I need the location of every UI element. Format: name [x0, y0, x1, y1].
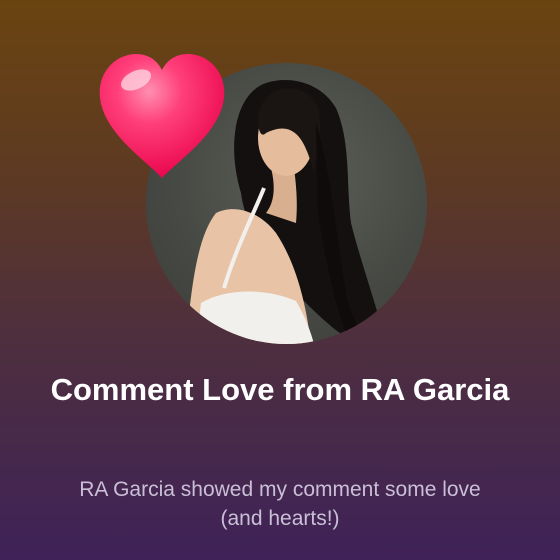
notification-message: RA Garcia showed my comment some love (a…: [79, 478, 481, 530]
notification-title: Comment Love from RA Garcia: [50, 372, 510, 407]
heart-icon: [96, 50, 228, 184]
